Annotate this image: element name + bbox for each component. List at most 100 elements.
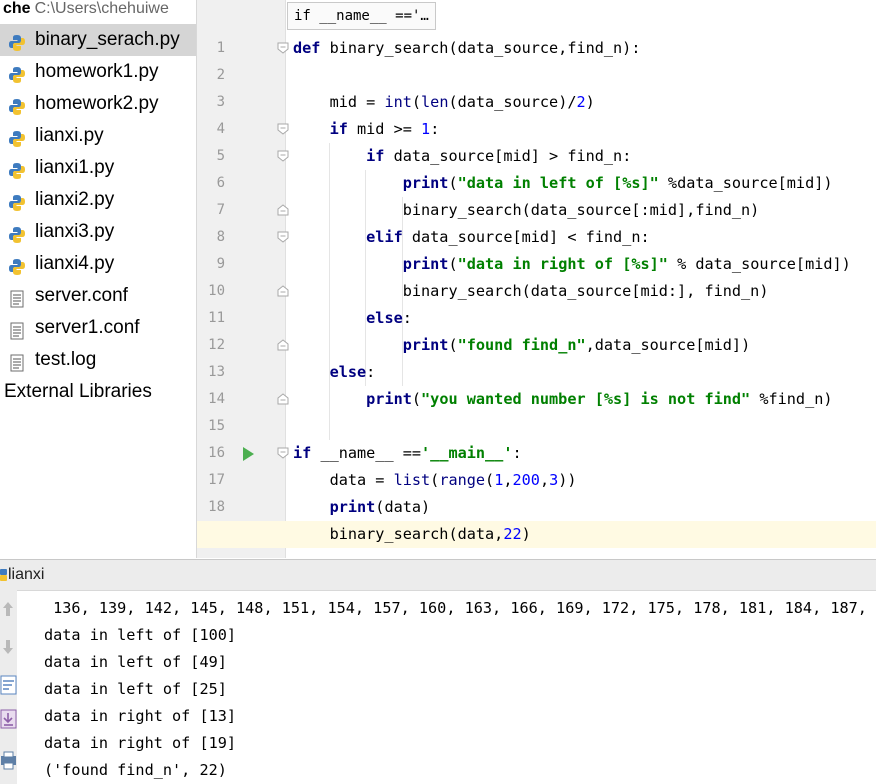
fold-open-icon[interactable]: [277, 231, 289, 243]
line-number: 16: [208, 445, 225, 461]
code-line[interactable]: if __name__ =='__main__':: [293, 440, 522, 467]
python-file-icon: [8, 95, 26, 115]
code-line[interactable]: else:: [293, 305, 412, 332]
scroll-up-icon[interactable]: [0, 598, 17, 620]
code-editor[interactable]: 12345678910111213141516171819 def binary…: [197, 0, 876, 558]
fold-end-icon[interactable]: [277, 393, 289, 405]
editor-gutter: 12345678910111213141516171819: [197, 0, 285, 558]
code-line[interactable]: if mid >= 1:: [293, 116, 440, 143]
line-number: 11: [208, 310, 225, 326]
line-number: 18: [208, 499, 225, 515]
code-line[interactable]: binary_search(data_source[:mid],find_n): [293, 197, 760, 224]
run-panel-title[interactable]: lianxi: [8, 560, 44, 590]
project-name[interactable]: che: [0, 0, 31, 17]
run-gutter-icon[interactable]: [241, 446, 255, 462]
project-tree: che C:\Users\chehuiwe binary_serach.pyhom…: [0, 0, 197, 558]
file-label: server.conf: [35, 285, 128, 306]
file-item[interactable]: test.log: [0, 344, 196, 376]
python-file-icon: [8, 191, 26, 211]
python-run-icon: [0, 569, 7, 581]
line-number: 2: [216, 67, 225, 83]
fold-end-icon[interactable]: [277, 204, 289, 216]
console-line: data in left of [25]: [44, 680, 227, 698]
code-line[interactable]: print("you wanted number [%s] is not fin…: [293, 386, 832, 413]
line-number: 14: [208, 391, 225, 407]
console-line: data in right of [19]: [44, 734, 237, 752]
file-label: lianxi4.py: [35, 253, 115, 274]
text-file-icon: [8, 319, 26, 340]
gutter-separator: [285, 0, 286, 558]
file-label: server1.conf: [35, 317, 140, 338]
line-number: 4: [216, 121, 225, 137]
fold-open-icon[interactable]: [277, 42, 289, 54]
file-item[interactable]: homework2.py: [0, 88, 196, 120]
code-line[interactable]: mid = int(len(data_source)/2): [293, 89, 595, 116]
code-line[interactable]: data = list(range(1,200,3)): [293, 467, 577, 494]
line-number: 7: [216, 202, 225, 218]
file-label: homework1.py: [35, 61, 159, 82]
fold-open-icon[interactable]: [277, 123, 289, 135]
python-file-icon: [8, 255, 26, 275]
run-console-output[interactable]: 136, 139, 142, 145, 148, 151, 154, 157, …: [20, 590, 876, 784]
console-line: data in right of [13]: [44, 707, 237, 725]
file-item[interactable]: server1.conf: [0, 312, 196, 344]
fold-open-icon[interactable]: [277, 150, 289, 162]
code-line[interactable]: if data_source[mid] > find_n:: [293, 143, 631, 170]
file-item[interactable]: binary_serach.py: [0, 24, 196, 56]
line-number: 6: [216, 175, 225, 191]
console-line: data in left of [100]: [44, 626, 237, 644]
fold-end-icon[interactable]: [277, 339, 289, 351]
file-item[interactable]: lianxi4.py: [0, 248, 196, 280]
line-number: 5: [216, 148, 225, 164]
file-label: binary_serach.py: [35, 29, 180, 50]
console-line: 136, 139, 142, 145, 148, 151, 154, 157, …: [44, 599, 876, 617]
scroll-to-end-icon[interactable]: [0, 708, 17, 730]
code-line[interactable]: binary_search(data,22): [293, 521, 531, 548]
project-path: C:\Users\chehuiwe: [34, 0, 169, 17]
file-label: lianxi1.py: [35, 157, 115, 178]
python-file-icon: [8, 31, 26, 51]
breadcrumb-popup[interactable]: if __name__ =='…: [287, 2, 436, 30]
line-number: 8: [216, 229, 225, 245]
line-number: 9: [216, 256, 225, 272]
text-file-icon: [8, 287, 26, 308]
file-item[interactable]: homework1.py: [0, 56, 196, 88]
run-toolbar: [0, 590, 17, 784]
code-line[interactable]: print(data): [293, 494, 431, 521]
file-item[interactable]: lianxi3.py: [0, 216, 196, 248]
scroll-down-icon[interactable]: [0, 636, 17, 658]
line-number: 17: [208, 472, 225, 488]
text-file-icon: [8, 351, 26, 372]
python-file-icon: [8, 159, 26, 179]
python-file-icon: [8, 63, 26, 83]
code-line[interactable]: print("data in right of [%s]" % data_sou…: [293, 251, 851, 278]
code-line[interactable]: elif data_source[mid] < find_n:: [293, 224, 649, 251]
file-label: test.log: [35, 349, 97, 370]
code-line[interactable]: print("found find_n",data_source[mid]): [293, 332, 750, 359]
code-line[interactable]: print("data in left of [%s]" %data_sourc…: [293, 170, 833, 197]
code-line[interactable]: binary_search(data_source[mid:], find_n): [293, 278, 769, 305]
file-label: lianxi.py: [35, 125, 104, 146]
file-label: homework2.py: [35, 93, 159, 114]
file-item[interactable]: lianxi1.py: [0, 152, 196, 184]
line-number: 10: [208, 283, 225, 299]
file-item[interactable]: server.conf: [0, 280, 196, 312]
fold-open-icon[interactable]: [277, 447, 289, 459]
file-item[interactable]: lianxi2.py: [0, 184, 196, 216]
code-line[interactable]: else:: [293, 359, 376, 386]
code-line[interactable]: def binary_search(data_source,find_n):: [293, 35, 640, 62]
external-libraries-node[interactable]: External Libraries: [4, 376, 152, 408]
console-line: ('found find_n', 22): [44, 761, 227, 779]
file-label: lianxi3.py: [35, 221, 115, 242]
python-file-icon: [8, 223, 26, 243]
line-number: 13: [208, 364, 225, 380]
file-item[interactable]: lianxi.py: [0, 120, 196, 152]
project-header[interactable]: che C:\Users\chehuiwe: [0, 0, 196, 22]
line-number: 1: [216, 40, 225, 56]
run-panel-header: lianxi: [0, 559, 876, 591]
fold-end-icon[interactable]: [277, 285, 289, 297]
console-line: data in left of [49]: [44, 653, 227, 671]
line-number: 15: [208, 418, 225, 434]
print-icon[interactable]: [0, 750, 17, 772]
soft-wrap-icon[interactable]: [0, 674, 17, 696]
